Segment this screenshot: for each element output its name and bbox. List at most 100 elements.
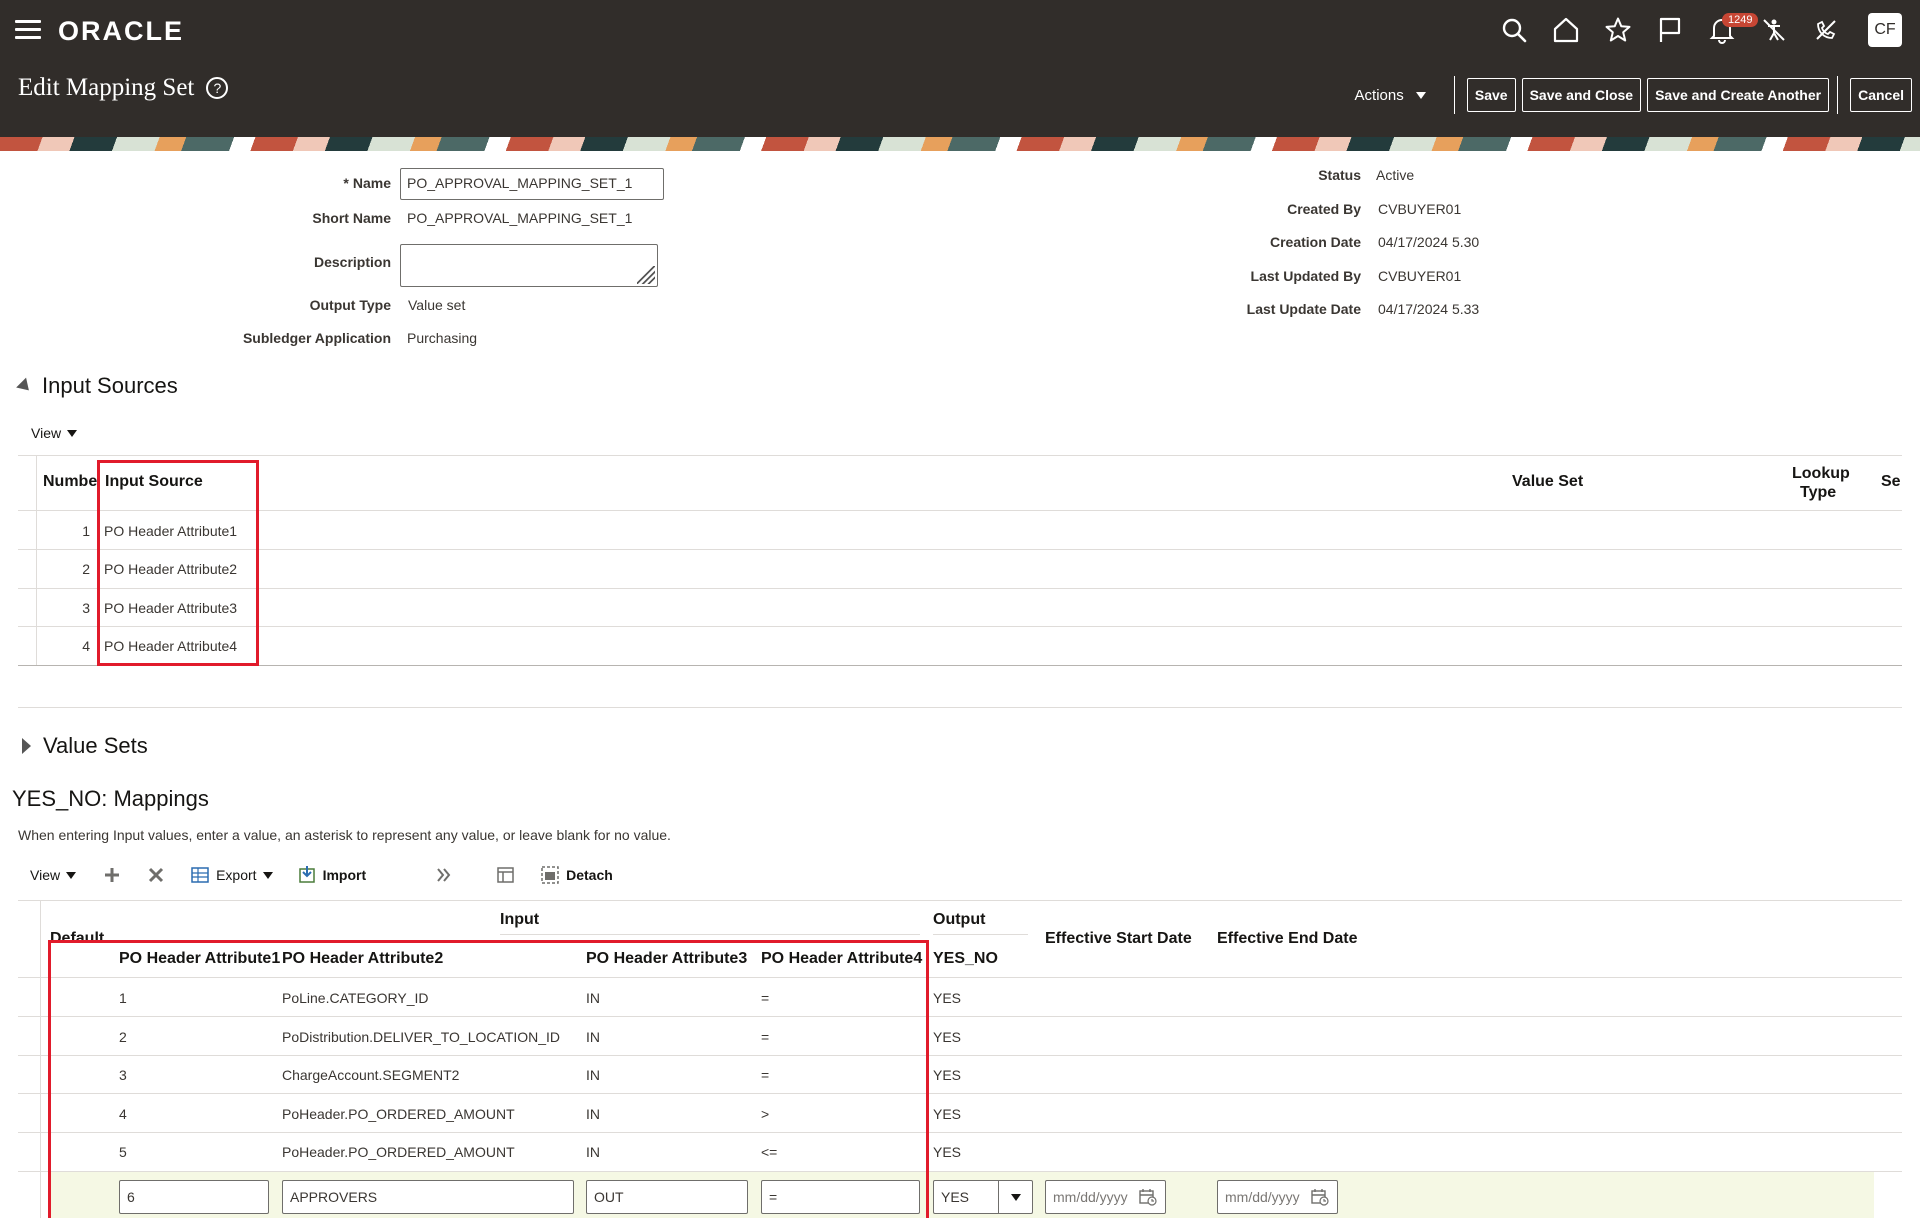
save-button[interactable]: Save [1466, 78, 1516, 112]
output-type-value: Value set [408, 297, 466, 313]
flag-icon[interactable] [1644, 12, 1696, 48]
mapping-cell-output[interactable]: YES [933, 1067, 961, 1083]
input-group-header: Input [500, 911, 540, 928]
actions-menu-label: Actions [1354, 86, 1404, 104]
last-update-date-value: 04/17/2024 5.33 [1378, 301, 1480, 317]
phone-off-icon[interactable] [1800, 12, 1852, 48]
save-and-close-button[interactable]: Save and Close [1521, 78, 1642, 112]
global-header: ORACLE 1249 CF Edit Mapping Set ? Action… [0, 0, 1920, 137]
divider [1837, 76, 1839, 114]
name-label: * Name [343, 175, 391, 191]
input-sources-section-header[interactable]: Input Sources [16, 373, 178, 399]
import-button[interactable]: Import [297, 865, 367, 885]
table-border [18, 455, 1902, 456]
user-avatar[interactable]: CF [1868, 13, 1902, 47]
save-and-create-another-button[interactable]: Save and Create Another [1647, 78, 1830, 112]
global-icons: 1249 CF [1488, 12, 1902, 48]
column-header-value-set[interactable]: Value Set [1512, 473, 1583, 491]
subledger-application-value: Purchasing [407, 330, 478, 346]
page-actions: Actions Save Save and Close Save and Cre… [1355, 76, 1912, 114]
name-field[interactable]: PO_APPROVAL_MAPPING_SET_1 [400, 168, 664, 200]
input-source-number: 3 [82, 600, 90, 616]
creation-date-value: 04/17/2024 5.30 [1378, 234, 1480, 250]
created-by-label: Created By [1287, 201, 1361, 217]
detach-label: Detach [566, 867, 613, 883]
detach-button[interactable]: Detach [540, 865, 613, 885]
view-menu-label: View [30, 867, 61, 883]
input-sources-title: Input Sources [42, 373, 178, 398]
add-row-button[interactable] [102, 865, 128, 885]
value-sets-section-header[interactable]: Value Sets [22, 733, 148, 759]
oracle-logo: ORACLE [58, 16, 184, 46]
effective-end-date-input[interactable]: mm/dd/yyyy [1217, 1180, 1338, 1214]
short-name-value: PO_APPROVAL_MAPPING_SET_1 [407, 210, 633, 226]
export-button[interactable]: Export [190, 865, 273, 885]
status-label: Status [1318, 167, 1361, 183]
output-select[interactable]: YES [933, 1180, 1033, 1214]
start-date-placeholder: mm/dd/yyyy [1053, 1189, 1128, 1205]
group-divider [500, 934, 920, 935]
status-value: Active [1376, 167, 1415, 183]
input-source-number: 1 [82, 523, 90, 539]
divider [1453, 76, 1455, 114]
input-source-number: 4 [82, 638, 90, 654]
import-icon [298, 866, 315, 883]
effective-start-date-input[interactable]: mm/dd/yyyy [1045, 1180, 1166, 1214]
column-header-yes-no[interactable]: YES_NO [933, 950, 998, 968]
creation-date-label: Creation Date [1269, 234, 1361, 250]
description-field[interactable] [400, 244, 658, 287]
delete-row-button[interactable] [146, 865, 172, 885]
column-header-effective-end-date[interactable]: Effective End Date [1217, 930, 1357, 948]
notifications-bell-icon[interactable]: 1249 [1696, 12, 1759, 48]
delete-x-icon [149, 867, 164, 883]
header-divider [18, 510, 1902, 511]
mapping-cell-output[interactable]: YES [933, 1106, 961, 1122]
column-header-truncated[interactable]: Se [1881, 473, 1901, 491]
overflow-button[interactable] [434, 865, 460, 885]
last-updated-by-label: Last Updated By [1250, 268, 1361, 284]
calendar-icon [1139, 1189, 1157, 1206]
page-title-text: Edit Mapping Set [18, 74, 195, 101]
navigator-menu-icon[interactable] [15, 20, 41, 40]
value-sets-title: Value Sets [43, 733, 148, 758]
column-header-number[interactable]: Numbe [43, 473, 97, 491]
cancel-button[interactable]: Cancel [1850, 78, 1912, 112]
mappings-view-menu[interactable]: View [30, 867, 77, 883]
row-divider [18, 549, 1902, 550]
lookup-type-line1: Lookup [1792, 465, 1850, 482]
page-title: Edit Mapping Set ? [18, 74, 229, 102]
calendar-icon [1311, 1189, 1329, 1206]
column-header-effective-start-date[interactable]: Effective Start Date [1045, 930, 1192, 948]
search-icon[interactable] [1488, 12, 1540, 48]
favorites-star-icon[interactable] [1592, 12, 1644, 48]
required-asterisk: * [343, 175, 349, 191]
plus-icon [105, 868, 120, 882]
mapping-cell-output[interactable]: YES [933, 990, 961, 1006]
resize-handle-icon[interactable] [637, 266, 655, 284]
actions-menu[interactable]: Actions [1355, 87, 1426, 104]
dropdown-button[interactable] [998, 1181, 1032, 1213]
chevron-down-icon [262, 871, 273, 879]
output-type-label: Output Type [309, 297, 391, 313]
mapping-cell-output[interactable]: YES [933, 1029, 961, 1045]
output-select-value: YES [941, 1189, 970, 1205]
row-divider [18, 626, 1902, 627]
highlight-box-mappings [48, 940, 929, 1218]
last-updated-by-value: CVBUYER01 [1378, 268, 1462, 284]
section-divider [18, 707, 1902, 708]
description-label: Description [313, 254, 391, 270]
import-label: Import [322, 867, 367, 883]
freeze-button[interactable] [496, 865, 522, 885]
input-sources-view-menu[interactable]: View [31, 425, 78, 441]
home-icon[interactable] [1540, 12, 1592, 48]
accessibility-off-icon[interactable] [1748, 12, 1800, 48]
mapping-cell-output[interactable]: YES [933, 1144, 961, 1160]
output-group-header: Output [933, 911, 986, 928]
column-header-lookup-type[interactable]: Lookup Type [1792, 464, 1850, 502]
help-icon[interactable]: ? [206, 77, 229, 99]
short-name-label: Short Name [312, 210, 391, 226]
group-divider [933, 934, 1028, 935]
chevron-down-icon [67, 429, 78, 437]
detach-icon [541, 866, 559, 884]
mappings-toolbar: View Export Import Detach [30, 862, 631, 888]
